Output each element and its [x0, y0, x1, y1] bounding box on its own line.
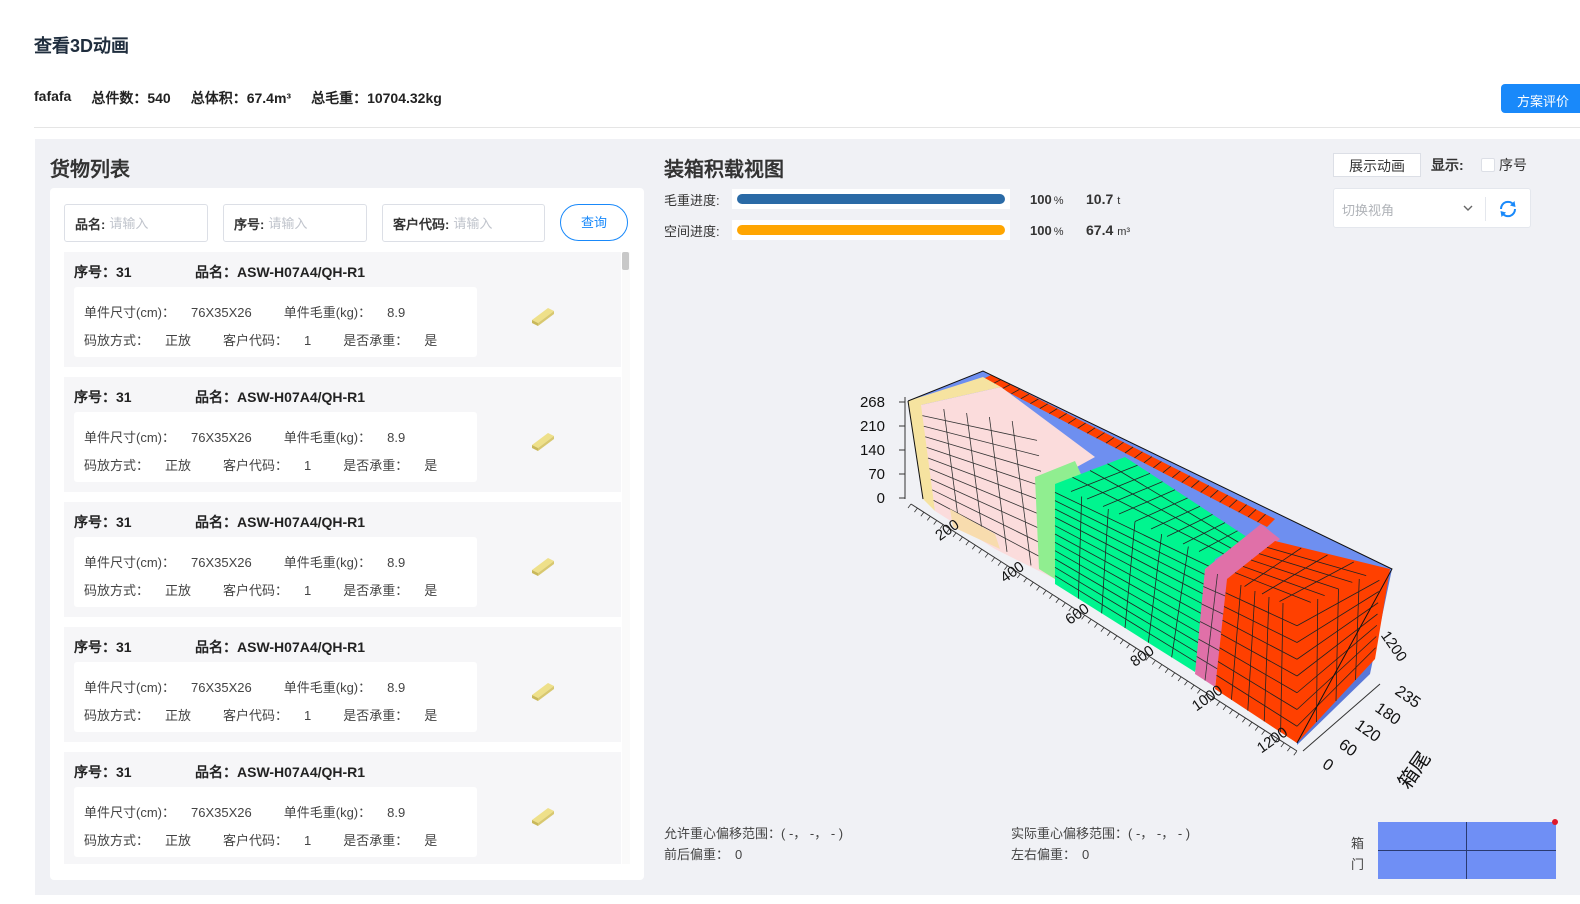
x-axis-minor-tick — [1242, 717, 1246, 723]
x-axis-minor-tick — [933, 520, 938, 525]
cg-mini-map — [1378, 819, 1558, 879]
x-axis-minor-tick — [1107, 631, 1111, 636]
door-label-bottom: 门 — [1351, 857, 1365, 872]
cg-marker — [1552, 819, 1558, 825]
x-axis-minor-tick — [1190, 685, 1195, 690]
x-axis-minor-tick — [971, 544, 976, 550]
y-axis-tick-label: 0 — [1319, 756, 1336, 775]
y-axis-title: 箱尾 — [1393, 747, 1436, 794]
total-count: 总件数：540 — [91, 90, 171, 106]
y-axis-tick-label: 60 — [1335, 736, 1359, 760]
x-axis-minor-tick — [1164, 668, 1169, 674]
x-axis-minor-tick — [997, 561, 1002, 566]
z-axis-tick-label: 140 — [860, 442, 885, 459]
allowed-cg-range: 允许重心偏移范围：( -， -， - ) — [664, 826, 844, 841]
y-axis-tick-label: 235 — [1392, 683, 1424, 712]
x-axis-minor-tick — [1036, 586, 1040, 591]
y-end-label: 1200 — [1377, 628, 1410, 665]
x-axis-minor-tick — [1029, 582, 1034, 587]
x-axis-minor-tick — [984, 553, 989, 558]
z-axis-tick-label: 70 — [868, 466, 885, 483]
total-weight: 总毛重：10704.32kg — [311, 90, 442, 106]
x-axis-minor-tick — [1177, 676, 1182, 682]
x-axis-minor-tick — [914, 507, 918, 513]
z-axis-tick-label: 0 — [877, 490, 885, 507]
page-title: 查看3D动画 — [34, 36, 130, 56]
stowage-3d-chart[interactable]: 2682101407002004006008001000120006012018… — [35, 139, 1580, 895]
total-volume: 总体积：67.4m³ — [190, 90, 292, 106]
x-axis-minor-tick — [1171, 672, 1175, 678]
x-axis-minor-tick — [1094, 623, 1098, 628]
x-axis-minor-tick — [1113, 635, 1118, 641]
actual-cg-range: 实际重心偏移范围：( -， -， - ) — [1011, 826, 1191, 841]
door-label-top: 箱 — [1351, 836, 1365, 851]
header-divider — [34, 127, 1580, 128]
x-axis-minor-tick — [1184, 680, 1188, 686]
x-axis-minor-tick — [920, 511, 925, 517]
x-axis-minor-tick — [1229, 709, 1233, 715]
plan-summary: fafafa 总件数：540 总体积：67.4m³ 总毛重：10704.32kg — [34, 88, 442, 108]
x-axis-minor-tick — [1126, 643, 1130, 649]
plan-name: fafafa — [34, 88, 72, 104]
x-axis-minor-tick — [1061, 602, 1066, 608]
y-axis-tick-label: 180 — [1372, 700, 1404, 729]
x-axis-minor-tick — [1023, 577, 1028, 583]
cargo-red — [1215, 541, 1390, 743]
x-axis-minor-tick — [1152, 660, 1156, 665]
left-right-bias: 左右偏重： 0 — [1011, 847, 1090, 862]
x-axis-minor-tick — [1049, 594, 1053, 599]
x-axis-minor-tick — [1158, 664, 1163, 669]
plan-evaluation-button[interactable]: 方案评价 — [1501, 84, 1580, 113]
x-axis-minor-tick — [1235, 713, 1240, 719]
x-axis-minor-tick — [965, 540, 970, 546]
z-axis-tick-label: 268 — [860, 394, 885, 411]
x-axis-minor-tick — [959, 536, 963, 542]
x-axis-minor-tick — [907, 503, 912, 509]
y-axis-tick-label: 120 — [1352, 717, 1384, 746]
x-axis-minor-tick — [1248, 722, 1253, 727]
x-axis-tick-label: 800 — [1127, 642, 1157, 670]
x-axis-minor-tick — [1254, 726, 1259, 731]
x-axis-minor-tick — [1100, 627, 1105, 632]
x-axis-minor-tick — [1042, 590, 1047, 595]
x-axis-minor-tick — [1119, 639, 1124, 645]
front-back-bias: 前后偏重： 0 — [664, 847, 743, 862]
main-area: 货物列表 品名: 序号: 客户代码: 查询 序号：31 品名：ASW-H07A4… — [35, 139, 1580, 895]
x-axis-minor-tick — [1293, 750, 1298, 756]
x-axis-minor-tick — [1055, 598, 1060, 604]
x-axis-minor-tick — [978, 549, 983, 554]
x-axis-minor-tick — [1087, 619, 1092, 624]
z-axis-tick-label: 210 — [860, 418, 885, 435]
x-axis-minor-tick — [1261, 730, 1265, 735]
x-axis-minor-tick — [926, 516, 931, 521]
x-axis-minor-tick — [1287, 746, 1291, 752]
x-axis-minor-tick — [991, 557, 995, 562]
x-axis-minor-tick — [1222, 705, 1227, 711]
x-axis-minor-tick — [1216, 701, 1220, 707]
